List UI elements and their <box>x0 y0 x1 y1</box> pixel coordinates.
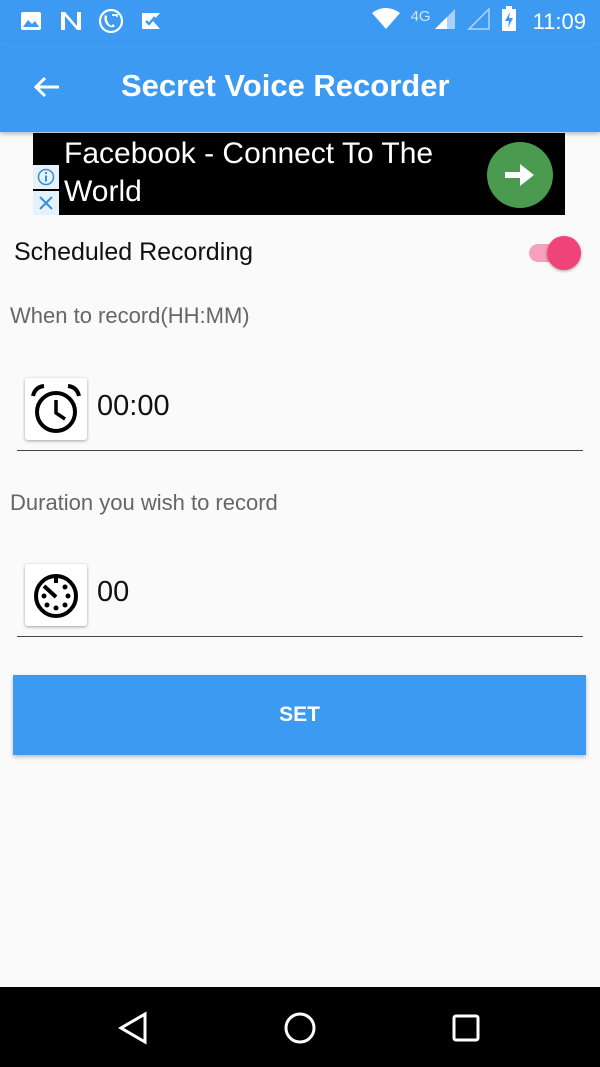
close-icon[interactable] <box>33 191 59 215</box>
scheduled-recording-label: Scheduled Recording <box>14 238 254 266</box>
scheduled-recording-toggle[interactable] <box>527 236 583 270</box>
alarm-clock-icon[interactable] <box>25 378 87 440</box>
app-bar: Secret Voice Recorder <box>0 42 600 132</box>
info-icon[interactable] <box>33 165 59 189</box>
network-type: 4G <box>410 8 431 25</box>
when-to-record-label: When to record(HH:MM) <box>10 303 250 328</box>
page-title: Secret Voice Recorder <box>121 68 450 103</box>
ad-text[interactable]: Facebook - Connect To The World <box>64 135 484 211</box>
start-time-field[interactable]: 00:00 <box>17 372 583 451</box>
back-triangle-icon[interactable] <box>110 1005 156 1051</box>
duration-label: Duration you wish to record <box>10 490 278 515</box>
timer-icon[interactable] <box>25 564 87 626</box>
system-nav-bar <box>0 987 600 1067</box>
start-time-value[interactable]: 00:00 <box>97 390 170 423</box>
ad-go-button[interactable] <box>487 142 553 208</box>
phone-sync-icon <box>98 8 124 34</box>
home-circle-icon[interactable] <box>277 1005 323 1051</box>
inbox-check-icon <box>138 8 164 34</box>
duration-value[interactable]: 00 <box>97 576 129 609</box>
signal-icon-2 <box>466 7 491 36</box>
status-bar: 4G 11:09 <box>0 0 600 42</box>
set-button[interactable]: SET <box>13 675 586 755</box>
duration-field[interactable]: 00 <box>17 558 583 637</box>
arrow-left-icon <box>33 76 59 98</box>
wifi-icon <box>371 7 401 36</box>
back-button[interactable] <box>24 64 70 110</box>
status-time: 11:09 <box>532 8 586 34</box>
battery-charging-icon <box>501 6 517 37</box>
image-icon <box>18 8 44 34</box>
n-icon <box>58 8 84 34</box>
ad-banner[interactable]: Facebook - Connect To The World <box>33 133 565 215</box>
signal-icon <box>433 7 457 36</box>
arrow-right-icon <box>505 164 534 186</box>
toggle-thumb <box>547 236 581 270</box>
recents-square-icon[interactable] <box>443 1005 489 1051</box>
